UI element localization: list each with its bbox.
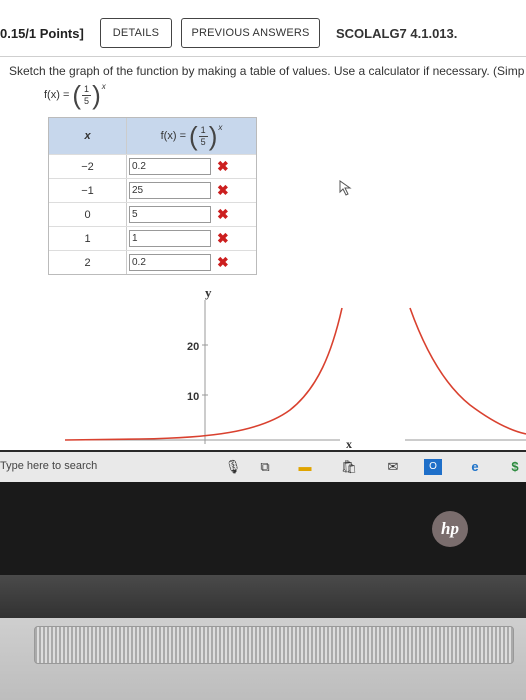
incorrect-x-icon: ✖ <box>217 230 229 246</box>
x-cell: 0 <box>49 203 127 226</box>
fx-header-numerator: 1 <box>198 124 208 137</box>
fx-header-left-paren: ( <box>189 121 198 151</box>
function-graph: y 20 10 x <box>64 285 526 450</box>
left-paren: ( <box>72 80 82 110</box>
y-tick-label-10: 10 <box>187 391 199 403</box>
y-axis-label: y <box>205 285 212 300</box>
fx-header-formula: f(x) = ( 1 5 ) x <box>161 123 223 149</box>
fx-column-header: f(x) = ( 1 5 ) x <box>127 118 256 154</box>
fx-header-denominator: 5 <box>200 136 206 147</box>
fx-input[interactable] <box>129 158 211 175</box>
header-divider <box>0 56 526 57</box>
fx-header-exponent: x <box>218 123 223 132</box>
table-row: 0 ✖ <box>49 202 256 226</box>
x-column-header: x <box>49 118 127 154</box>
table-row: −2 ✖ <box>49 154 256 178</box>
question-header: 0.15/1 Points] DETAILS PREVIOUS ANSWERS … <box>0 14 526 54</box>
fraction-denominator: 5 <box>84 95 90 106</box>
taskbar-search-input[interactable]: Type here to search <box>0 460 97 472</box>
x-axis-label: x <box>346 437 352 450</box>
fx-input[interactable] <box>129 182 211 199</box>
store-icon[interactable]: 🛍 <box>340 459 358 475</box>
table-header-row: x f(x) = ( 1 5 ) x <box>49 118 256 154</box>
fx-cell: ✖ <box>127 203 256 226</box>
fx-header-right-paren: ) <box>208 121 218 151</box>
fx-header-fraction: 1 5 <box>198 124 208 147</box>
windows-taskbar: Type here to search 🎙 ⧉ ▬ 🛍 ✉ O e $ <box>0 452 526 482</box>
hp-logo: hp <box>432 511 468 547</box>
details-button[interactable]: DETAILS <box>100 18 172 48</box>
y-tick-label-20: 20 <box>187 341 199 353</box>
fx-cell: ✖ <box>127 251 256 274</box>
base-fraction: 1 5 <box>82 83 92 106</box>
table-row: 1 ✖ <box>49 226 256 250</box>
student-curve <box>64 307 343 441</box>
function-definition: f(x) = ( 1 5 ) x <box>44 82 106 108</box>
task-view-icon[interactable]: ⧉ <box>256 459 274 475</box>
dollar-icon[interactable]: $ <box>506 459 524 475</box>
x-cell: 1 <box>49 227 127 250</box>
fx-input[interactable] <box>129 206 211 223</box>
function-lhs: f(x) = <box>44 89 70 101</box>
right-paren: ) <box>92 80 101 110</box>
fx-input[interactable] <box>129 230 211 247</box>
file-explorer-icon[interactable]: ▬ <box>296 459 314 475</box>
microphone-icon[interactable]: 🎙 <box>224 459 242 475</box>
fx-input[interactable] <box>129 254 211 271</box>
speaker-grille <box>34 626 514 664</box>
edge-icon[interactable]: e <box>466 459 484 475</box>
incorrect-x-icon: ✖ <box>217 206 229 222</box>
browser-screen: 0.15/1 Points] DETAILS PREVIOUS ANSWERS … <box>0 0 526 450</box>
table-row: 2 ✖ <box>49 250 256 274</box>
incorrect-x-icon: ✖ <box>217 254 229 270</box>
values-table: x f(x) = ( 1 5 ) x −2 ✖ <box>48 117 257 275</box>
x-cell: −2 <box>49 155 127 178</box>
incorrect-x-icon: ✖ <box>217 158 229 174</box>
fx-cell: ✖ <box>127 179 256 202</box>
points-label: 0.15/1 Points] <box>0 26 84 41</box>
fx-cell: ✖ <box>127 227 256 250</box>
correct-curve <box>409 307 526 435</box>
fx-cell: ✖ <box>127 155 256 178</box>
mouse-pointer-icon <box>339 180 352 196</box>
table-row: −1 ✖ <box>49 178 256 202</box>
incorrect-x-icon: ✖ <box>217 182 229 198</box>
previous-answers-button[interactable]: PREVIOUS ANSWERS <box>181 18 320 48</box>
function-exponent: x <box>101 82 106 91</box>
question-code: SCOLALG7 4.1.013. <box>336 26 458 41</box>
x-cell: −1 <box>49 179 127 202</box>
question-prompt: Sketch the graph of the function by maki… <box>9 64 525 78</box>
mail-icon[interactable]: ✉ <box>384 459 402 475</box>
fraction-numerator: 1 <box>82 83 92 96</box>
outlook-icon[interactable]: O <box>424 459 442 475</box>
x-cell: 2 <box>49 251 127 274</box>
fx-header-lhs: f(x) = <box>160 130 186 142</box>
